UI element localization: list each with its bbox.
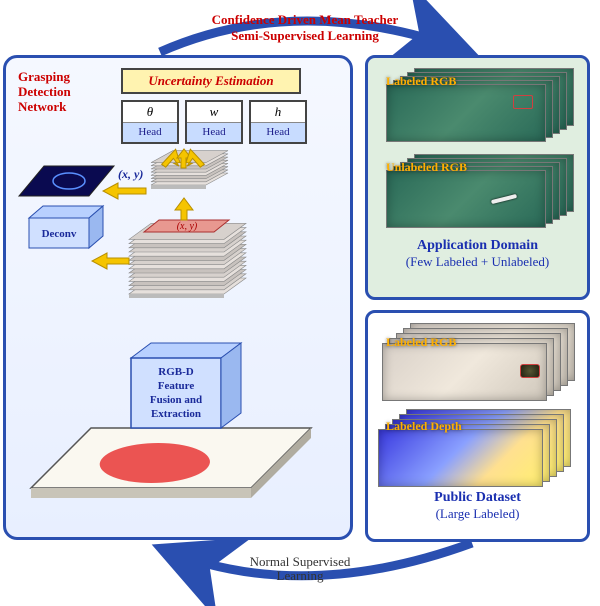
app-domain-subtitle: (Few Labeled + Unlabeled): [376, 254, 579, 270]
head-theta-var: θ: [123, 102, 177, 123]
head-h-label: Head: [251, 123, 305, 143]
xy-label: (x, y): [118, 167, 143, 181]
arrow-to-deconv: [103, 183, 146, 199]
bottom-title: Normal Supervised Learning: [215, 555, 385, 584]
unlabeled-rgb-stack: Unlabeled RGB: [376, 152, 581, 232]
bottom-title-l1: Normal Supervised: [215, 555, 385, 569]
rgbd-l4: Extraction: [151, 408, 201, 420]
grasping-detection-network-panel: Grasping Detection Network Uncertainty E…: [3, 55, 353, 540]
rgbd-l3: Fusion and: [150, 394, 202, 406]
app-domain-title: Application Domain: [376, 238, 579, 254]
public-dataset-stacks: Labeled RGB Labeled Depth: [376, 321, 581, 486]
labeled-rgb-label: Labeled RGB: [386, 74, 456, 89]
pub-subtitle: (Large Labeled): [376, 506, 579, 522]
uncertainty-box: Uncertainty Estimation: [121, 68, 301, 94]
output-map: [19, 166, 114, 196]
head-theta: θ Head: [121, 100, 179, 144]
pub-rgb-label: Labeled RGB: [386, 335, 456, 350]
deconv-label: Deconv: [42, 228, 77, 240]
bottom-title-l2: Learning: [215, 569, 385, 583]
labeled-rgb-stack: Labeled RGB: [376, 66, 581, 146]
rgbd-block: RGB-D Feature Fusion and Extraction: [131, 343, 241, 428]
pub-title: Public Dataset: [376, 490, 579, 506]
head-h: h Head: [249, 100, 307, 144]
pub-depth-label: Labeled Depth: [386, 419, 462, 434]
head-h-var: h: [251, 102, 305, 123]
top-title-line2: Semi-Supervised Learning: [180, 28, 430, 44]
public-dataset-panel: Labeled RGB Labeled Depth Public Dataset…: [365, 310, 590, 542]
arrow-up-stacks: [175, 198, 193, 220]
head-w-label: Head: [187, 123, 241, 143]
head-theta-label: Head: [123, 123, 177, 143]
top-title: Confidence Driven Mean Teacher Semi-Supe…: [180, 12, 430, 43]
head-row: θ Head w Head h Head: [121, 100, 307, 144]
feature-stack-large: (x, y): [129, 220, 246, 298]
network-3d-diagram: RGB-D Feature Fusion and Extraction (x, …: [11, 148, 351, 538]
head-w-var: w: [187, 102, 241, 123]
rgbd-l2: Feature: [158, 380, 195, 392]
input-image-plane: [31, 428, 311, 498]
head-w: w Head: [185, 100, 243, 144]
xy-center: (x, y): [177, 221, 198, 232]
top-title-line1: Confidence Driven Mean Teacher: [180, 12, 430, 28]
unlabeled-rgb-label: Unlabeled RGB: [386, 160, 467, 175]
rgbd-l1: RGB-D: [158, 366, 194, 378]
gdn-label: Grasping Detection Network: [18, 70, 98, 115]
deconv-block: Deconv: [29, 206, 103, 248]
application-domain-panel: Labeled RGB Unlabeled RGB Application Do…: [365, 55, 590, 300]
arrow-large-to-deconv: [92, 253, 129, 269]
